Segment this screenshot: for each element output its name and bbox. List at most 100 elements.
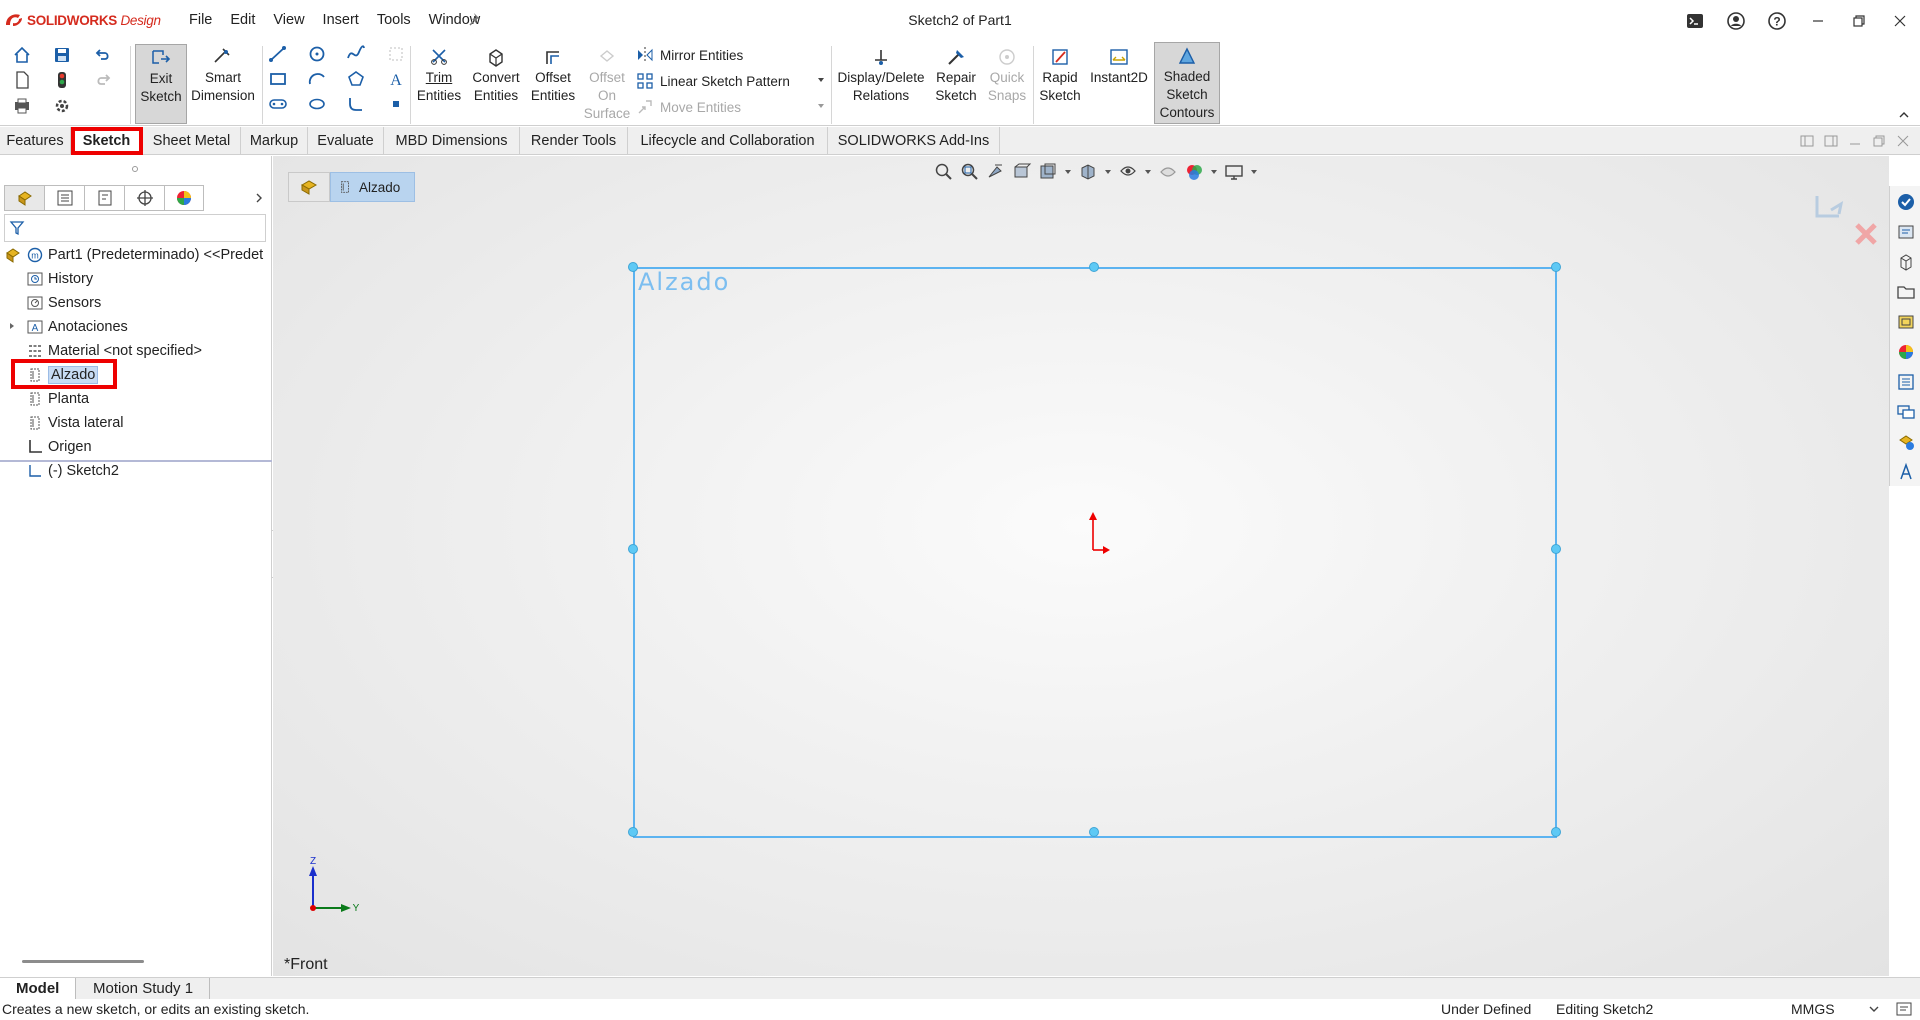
tab-features[interactable]: Features <box>0 127 71 155</box>
linear-sketch-pattern-button[interactable]: Linear Sketch Pattern <box>636 70 790 92</box>
trim-entities-button[interactable]: Trim Entities <box>414 44 464 105</box>
horizontal-scrollbar[interactable] <box>22 960 144 963</box>
menu-view[interactable]: View <box>264 10 313 30</box>
tab-mbd-dimensions[interactable]: MBD Dimensions <box>384 127 520 155</box>
plane-handle-top-right[interactable] <box>1551 262 1561 272</box>
repair-sketch-button[interactable]: Repair Sketch <box>931 44 981 105</box>
folder-icon[interactable] <box>1896 282 1916 302</box>
arc-tool-icon[interactable] <box>307 69 327 89</box>
section-view-icon[interactable] <box>1011 161 1033 183</box>
fillet-tool-icon[interactable] <box>346 94 366 114</box>
tab-sketch[interactable]: Sketch <box>71 127 143 155</box>
menu-tools[interactable]: Tools <box>368 10 420 30</box>
zoom-to-fit-icon[interactable] <box>933 161 955 183</box>
shaded-sketch-contours-button[interactable]: Shaded Sketch Contours <box>1154 42 1220 124</box>
tab-model[interactable]: Model <box>0 978 77 1000</box>
dynamic-annotation-icon[interactable] <box>1037 161 1059 183</box>
offset-entities-button[interactable]: Offset Entities <box>527 44 579 105</box>
panel-grip-icon[interactable] <box>131 165 139 173</box>
line-tool-icon[interactable] <box>268 44 288 64</box>
slot-tool-icon[interactable] <box>268 94 288 114</box>
menu-insert[interactable]: Insert <box>314 10 368 30</box>
plane-handle-bottom-left[interactable] <box>628 827 638 837</box>
display-style-icon[interactable] <box>1117 161 1139 183</box>
toolbox-icon[interactable] <box>1896 432 1916 452</box>
property-manager-tab[interactable] <box>44 185 84 211</box>
tile-right-icon[interactable] <box>1824 134 1838 148</box>
solidworks-resources-icon[interactable] <box>1896 192 1916 212</box>
custom-properties-icon[interactable] <box>1896 372 1916 392</box>
restore-button[interactable] <box>1838 0 1879 42</box>
plane-handle-bottom[interactable] <box>1089 827 1099 837</box>
tab-sheet-metal[interactable]: Sheet Metal <box>143 127 241 155</box>
breadcrumb-alzado[interactable]: Alzado <box>330 172 416 202</box>
menu-file[interactable]: File <box>180 10 221 30</box>
view-palette-icon[interactable] <box>1896 312 1916 332</box>
pin-menu-icon[interactable] <box>468 11 484 27</box>
menu-edit[interactable]: Edit <box>221 10 264 30</box>
doc-close-icon[interactable] <box>1896 134 1910 148</box>
polygon-tool-icon[interactable] <box>346 69 366 89</box>
status-dropdown-icon[interactable] <box>1866 1002 1882 1016</box>
move-dropdown-icon[interactable] <box>817 102 825 110</box>
editing-mode[interactable]: Editing Sketch2 <box>1556 1001 1653 1017</box>
dimxpert-manager-tab[interactable] <box>124 185 164 211</box>
plane-handle-left[interactable] <box>628 544 638 554</box>
tooltip-toggle-icon[interactable] <box>1896 1002 1912 1016</box>
tab-motion-study-1[interactable]: Motion Study 1 <box>77 978 211 1000</box>
unit-system[interactable]: MMGS <box>1791 1001 1835 1017</box>
options-gear-icon[interactable] <box>52 96 72 116</box>
print-icon[interactable] <box>12 96 32 116</box>
previous-view-icon[interactable] <box>985 161 1007 183</box>
point-tool-icon[interactable] <box>386 94 406 114</box>
rapid-sketch-button[interactable]: Rapid Sketch <box>1037 44 1083 105</box>
plane-handle-bottom-right[interactable] <box>1551 827 1561 837</box>
exit-sketch-button[interactable]: Exit Sketch <box>135 44 187 124</box>
doc-minimize-icon[interactable] <box>1848 134 1862 148</box>
rectangle-tool-icon[interactable] <box>268 69 288 89</box>
chevron-right-icon[interactable] <box>254 192 264 204</box>
configuration-manager-tab[interactable] <box>84 185 124 211</box>
cancel-sketch-icon[interactable] <box>1852 220 1880 248</box>
doc-restore-icon[interactable] <box>1872 134 1886 148</box>
dropdown-caret-icon[interactable] <box>1209 161 1219 183</box>
view-orientation-icon[interactable] <box>1077 161 1099 183</box>
collapse-ribbon-icon[interactable] <box>1899 110 1909 120</box>
display-manager-tab[interactable] <box>164 185 204 211</box>
tab-lifecycle-collaboration[interactable]: Lifecycle and Collaboration <box>628 127 828 155</box>
tab-solidworks-add-ins[interactable]: SOLIDWORKS Add-Ins <box>828 127 1000 155</box>
view-settings-icon[interactable] <box>1223 161 1245 183</box>
home-icon[interactable] <box>12 45 32 65</box>
tab-markup[interactable]: Markup <box>241 127 308 155</box>
tree-item-history[interactable]: History <box>26 268 93 290</box>
plane-handle-top-left[interactable] <box>628 262 638 272</box>
zoom-to-area-icon[interactable] <box>959 161 981 183</box>
help-button[interactable]: ? <box>1756 0 1797 42</box>
tile-left-icon[interactable] <box>1800 134 1814 148</box>
appearances-icon[interactable] <box>1896 342 1916 362</box>
tree-item-anotaciones[interactable]: A Anotaciones <box>26 316 128 338</box>
tab-evaluate[interactable]: Evaluate <box>308 127 384 155</box>
graphics-area[interactable]: Alzado Alzado Z Y *Front <box>273 156 1889 976</box>
edit-appearance-icon[interactable] <box>1183 161 1205 183</box>
solidworks-logo[interactable]: SOLIDWORKS Design <box>4 12 161 28</box>
reference-triad-icon[interactable]: Z Y <box>303 856 363 926</box>
design-library-icon[interactable] <box>1896 222 1916 242</box>
feature-manager-tab[interactable] <box>4 185 44 211</box>
file-explorer-icon[interactable] <box>1896 252 1916 272</box>
mirror-entities-button[interactable]: Mirror Entities <box>636 44 743 66</box>
circle-tool-icon[interactable] <box>307 44 327 64</box>
dropdown-caret-icon[interactable] <box>1063 161 1073 183</box>
tab-render-tools[interactable]: Render Tools <box>520 127 628 155</box>
pattern-dropdown-icon[interactable] <box>817 76 825 84</box>
display-delete-relations-button[interactable]: Display/Delete Relations <box>836 44 926 105</box>
save-icon[interactable] <box>52 45 72 65</box>
dropdown-caret-icon[interactable] <box>1103 161 1113 183</box>
tree-root-part[interactable]: m Part1 (Predeterminado) <<Predet <box>4 244 263 266</box>
hide-show-items-icon[interactable] <box>1157 161 1179 183</box>
dropdown-caret-icon[interactable] <box>1143 161 1153 183</box>
plane-handle-right[interactable] <box>1551 544 1561 554</box>
account-button[interactable] <box>1715 0 1756 42</box>
tree-filter-input[interactable] <box>4 214 266 242</box>
tree-item-sketch2[interactable]: (-) Sketch2 <box>26 460 119 482</box>
